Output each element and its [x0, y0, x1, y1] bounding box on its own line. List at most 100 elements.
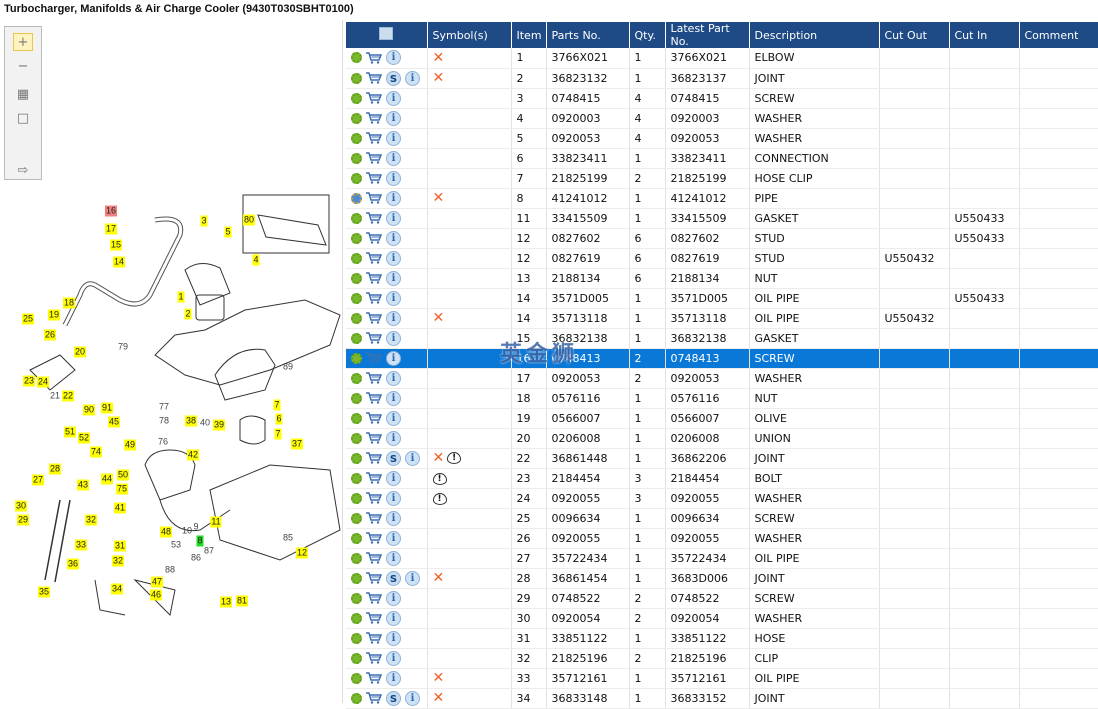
cart-icon[interactable] — [366, 692, 382, 704]
callout-91[interactable]: 91 — [100, 402, 114, 414]
callout-29[interactable]: 29 — [16, 514, 30, 526]
gear-icon[interactable] — [351, 92, 362, 104]
callout-41[interactable]: 41 — [113, 502, 127, 514]
gear-icon[interactable] — [351, 672, 362, 684]
callout-26[interactable]: 26 — [43, 329, 57, 341]
info-icon[interactable]: i — [386, 590, 401, 606]
table-row[interactable]: i 14 3571D005 1 3571D005 OIL PIPE U550433 — [346, 288, 1098, 309]
gear-icon[interactable] — [351, 532, 362, 544]
callout-52[interactable]: 52 — [77, 432, 91, 444]
callout-28[interactable]: 28 — [48, 463, 62, 475]
gear-icon[interactable] — [351, 392, 362, 404]
callout-20[interactable]: 20 — [73, 346, 87, 358]
cart-icon[interactable] — [366, 252, 382, 264]
gear-icon[interactable] — [351, 412, 362, 424]
callout-88[interactable]: 88 — [164, 565, 176, 576]
info-icon[interactable]: i — [386, 230, 401, 246]
cart-icon[interactable] — [366, 212, 382, 224]
callout-32[interactable]: 32 — [84, 514, 98, 526]
callout-35[interactable]: 35 — [37, 586, 51, 598]
cart-icon[interactable] — [366, 592, 382, 604]
table-row[interactable]: i 17 0920053 2 0920053 WASHER — [346, 368, 1098, 389]
gear-icon[interactable] — [351, 292, 362, 304]
gear-icon[interactable] — [351, 652, 362, 664]
callout-5[interactable]: 5 — [224, 226, 232, 238]
table-row[interactable]: i ✕ 1 3766X021 1 3766X021 ELBOW — [346, 48, 1098, 69]
callout-90[interactable]: 90 — [82, 404, 96, 416]
callout-38[interactable]: 38 — [184, 415, 198, 427]
callout-9[interactable]: 9 — [192, 522, 199, 533]
cart-icon[interactable] — [366, 352, 382, 364]
info-icon[interactable]: i — [405, 70, 420, 86]
info-icon[interactable]: i — [386, 110, 401, 126]
table-row[interactable]: i ✕ 14 35713118 1 35713118 OIL PIPE U550432 — [346, 308, 1098, 329]
callout-74[interactable]: 74 — [89, 446, 103, 458]
cart-icon[interactable] — [366, 172, 382, 184]
table-row[interactable]: i 30 0920054 2 0920054 WASHER — [346, 608, 1098, 629]
callout-1[interactable]: 1 — [177, 291, 185, 303]
cart-icon[interactable] — [366, 192, 382, 204]
table-row[interactable]: i ✕ 8 41241012 1 41241012 PIPE — [346, 188, 1098, 209]
callout-15[interactable]: 15 — [109, 239, 123, 251]
actual-size-icon[interactable]: □ — [13, 109, 33, 127]
callout-51[interactable]: 51 — [63, 426, 77, 438]
info-icon[interactable]: i — [386, 350, 401, 366]
gear-icon[interactable] — [351, 512, 362, 524]
cart-icon[interactable] — [366, 492, 382, 504]
gear-icon[interactable] — [351, 252, 362, 264]
diagram-panel[interactable]: 16 17 15 14 3 5 4 80 1 2 18 19 25 26 20 79 23 24 21 22 89 90 9… — [0, 20, 343, 703]
table-row[interactable]: i 13 2188134 6 2188134 NUT — [346, 268, 1098, 289]
table-row[interactable]: i 5 0920053 4 0920053 WASHER — [346, 128, 1098, 149]
callout-75[interactable]: 75 — [115, 483, 129, 495]
info-icon[interactable]: i — [386, 610, 401, 626]
info-icon[interactable]: i — [386, 130, 401, 146]
callout-18[interactable]: 18 — [62, 297, 76, 309]
info-icon[interactable]: i — [405, 570, 420, 586]
gear-icon[interactable] — [351, 192, 362, 204]
callout-86[interactable]: 86 — [190, 553, 202, 564]
callout-76[interactable]: 76 — [157, 437, 169, 448]
callout-19[interactable]: 19 — [47, 309, 61, 321]
callout-45[interactable]: 45 — [107, 416, 121, 428]
info-icon[interactable]: i — [386, 550, 401, 566]
callout-85[interactable]: 85 — [282, 533, 294, 544]
callout-53[interactable]: 53 — [170, 540, 182, 551]
callout-43[interactable]: 43 — [76, 479, 90, 491]
callout-89[interactable]: 89 — [282, 362, 294, 373]
callout-42[interactable]: 42 — [186, 449, 200, 461]
callout-27[interactable]: 27 — [31, 474, 45, 486]
cart-icon[interactable] — [366, 112, 382, 124]
callout-21[interactable]: 21 — [49, 391, 61, 402]
callout-48[interactable]: 48 — [159, 526, 173, 538]
callout-78[interactable]: 78 — [158, 416, 170, 427]
callout-12[interactable]: 12 — [295, 547, 309, 559]
cart-icon[interactable] — [366, 232, 382, 244]
callout-4[interactable]: 4 — [252, 254, 260, 266]
table-row[interactable]: i 26 0920055 1 0920055 WASHER — [346, 528, 1098, 549]
gear-icon[interactable] — [351, 352, 362, 364]
cart-icon[interactable] — [366, 472, 382, 484]
gear-icon[interactable] — [351, 172, 362, 184]
gear-icon[interactable] — [351, 312, 362, 324]
callout-22[interactable]: 22 — [61, 390, 75, 402]
table-row[interactable]: i 12 0827602 6 0827602 STUD U550433 — [346, 228, 1098, 249]
callout-47[interactable]: 47 — [150, 576, 164, 588]
info-icon[interactable]: i — [386, 670, 401, 686]
callout-36[interactable]: 36 — [66, 558, 80, 570]
table-row[interactable]: i 6 33823411 1 33823411 CONNECTION — [346, 148, 1098, 169]
col-comment[interactable]: Comment — [1019, 22, 1098, 48]
callout-31[interactable]: 31 — [113, 540, 127, 552]
supersession-s-icon[interactable]: S — [386, 690, 401, 706]
callout-17[interactable]: 17 — [104, 223, 118, 235]
callout-44[interactable]: 44 — [100, 473, 114, 485]
gear-icon[interactable] — [351, 492, 362, 504]
gear-icon[interactable] — [351, 552, 362, 564]
col-latest-part-no[interactable]: Latest Part No. — [665, 22, 750, 48]
table-row[interactable]: Si ✕ 34 36833148 1 36833152 JOINT — [346, 688, 1098, 709]
info-icon[interactable]: i — [386, 630, 401, 646]
cart-icon[interactable] — [366, 292, 382, 304]
table-row[interactable]: i 11 33415509 1 33415509 GASKET U550433 — [346, 208, 1098, 229]
info-icon[interactable]: i — [405, 690, 420, 706]
cart-icon[interactable] — [366, 152, 382, 164]
callout-25[interactable]: 25 — [21, 313, 35, 325]
